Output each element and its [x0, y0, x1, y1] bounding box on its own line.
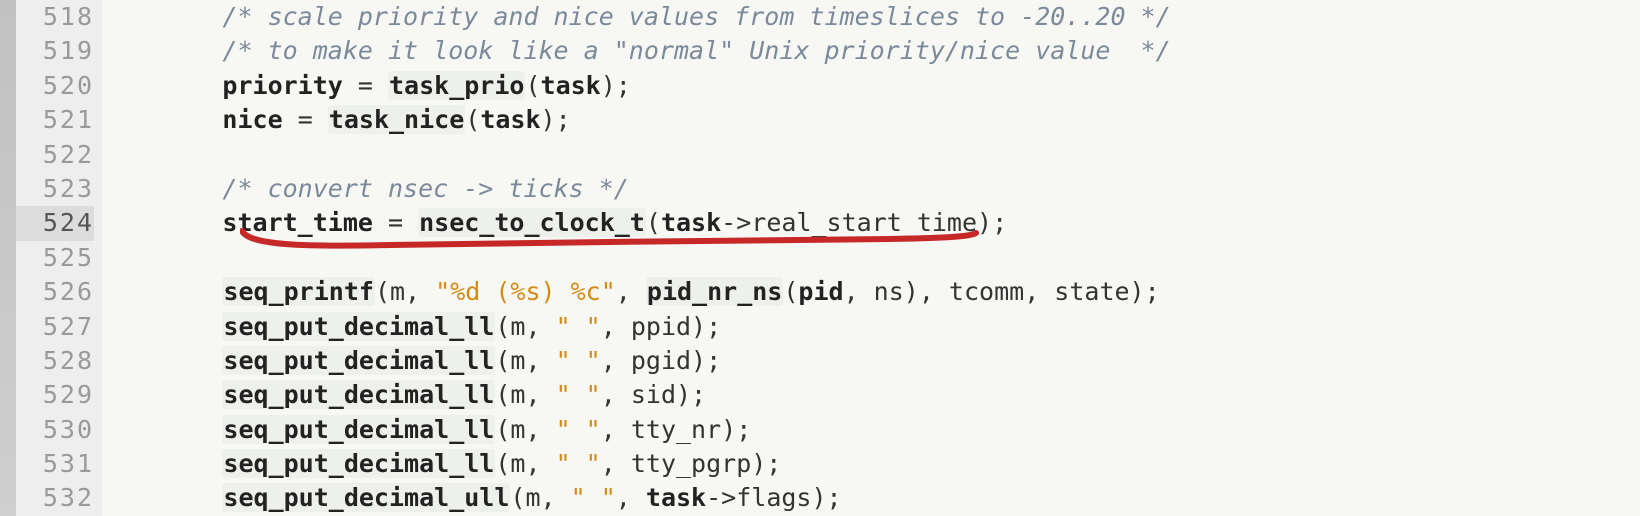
identifier: nice: [222, 105, 282, 134]
line-number: 529: [16, 378, 94, 412]
code-line-blank[interactable]: [102, 138, 1640, 172]
code-area[interactable]: /* scale priority and nice values from t…: [102, 0, 1640, 516]
string-literal: " ": [556, 380, 601, 409]
line-number-current: 524: [16, 206, 94, 240]
code-line-current[interactable]: start_time = nsec_to_clock_t(task->real_…: [102, 206, 1640, 240]
line-number: 530: [16, 413, 94, 447]
comment: /* scale priority and nice values from t…: [222, 2, 1170, 31]
string-literal: " ": [571, 483, 616, 512]
line-number: 522: [16, 138, 94, 172]
minimap-scrollbar[interactable]: [0, 0, 16, 516]
code-line[interactable]: seq_put_decimal_ll(m, " ", pgid);: [102, 344, 1640, 378]
line-number: 520: [16, 69, 94, 103]
code-line[interactable]: seq_put_decimal_ll(m, " ", tty_nr);: [102, 413, 1640, 447]
line-number: 531: [16, 447, 94, 481]
string-literal: " ": [556, 346, 601, 375]
function-call: seq_printf: [222, 277, 375, 306]
code-line[interactable]: /* convert nsec -> ticks */: [102, 172, 1640, 206]
code-line[interactable]: seq_put_decimal_ll(m, " ", tty_pgrp);: [102, 447, 1640, 481]
line-number: 519: [16, 34, 94, 68]
code-line[interactable]: seq_printf(m, "%d (%s) %c", pid_nr_ns(pi…: [102, 275, 1640, 309]
line-number: 527: [16, 310, 94, 344]
comment: /* convert nsec -> ticks */: [222, 174, 628, 203]
line-number-gutter: 518 519 520 521 522 523 524 525 526 527 …: [16, 0, 102, 516]
function-call: task_prio: [388, 71, 525, 100]
line-number: 532: [16, 481, 94, 515]
code-line[interactable]: priority = task_prio(task);: [102, 69, 1640, 103]
line-number: 526: [16, 275, 94, 309]
code-line[interactable]: /* scale priority and nice values from t…: [102, 0, 1640, 34]
function-call: pid_nr_ns: [646, 277, 783, 306]
function-call: seq_put_decimal_ull: [222, 483, 510, 512]
function-call: seq_put_decimal_ll: [222, 346, 495, 375]
function-call: nsec_to_clock_t: [418, 208, 646, 237]
identifier: priority: [222, 71, 342, 100]
string-literal: " ": [556, 415, 601, 444]
code-line-blank[interactable]: [102, 241, 1640, 275]
function-call: seq_put_decimal_ll: [222, 380, 495, 409]
code-editor[interactable]: 518 519 520 521 522 523 524 525 526 527 …: [0, 0, 1640, 516]
function-call: seq_put_decimal_ll: [222, 312, 495, 341]
string-literal: "%d (%s) %c": [435, 277, 616, 306]
function-call: seq_put_decimal_ll: [222, 449, 495, 478]
code-line[interactable]: seq_put_decimal_ll(m, " ", ppid);: [102, 310, 1640, 344]
line-number: 523: [16, 172, 94, 206]
string-literal: " ": [556, 449, 601, 478]
identifier: start_time: [222, 208, 373, 237]
line-number: 518: [16, 0, 94, 34]
line-number: 528: [16, 344, 94, 378]
code-line[interactable]: nice = task_nice(task);: [102, 103, 1640, 137]
function-call: task_nice: [328, 105, 465, 134]
comment: /* to make it look like a "normal" Unix …: [222, 36, 1170, 65]
code-line[interactable]: /* to make it look like a "normal" Unix …: [102, 34, 1640, 68]
line-number: 525: [16, 241, 94, 275]
string-literal: " ": [556, 312, 601, 341]
line-number: 521: [16, 103, 94, 137]
code-line[interactable]: seq_put_decimal_ull(m, " ", task->flags)…: [102, 481, 1640, 515]
function-call: seq_put_decimal_ll: [222, 415, 495, 444]
code-line[interactable]: seq_put_decimal_ll(m, " ", sid);: [102, 378, 1640, 412]
